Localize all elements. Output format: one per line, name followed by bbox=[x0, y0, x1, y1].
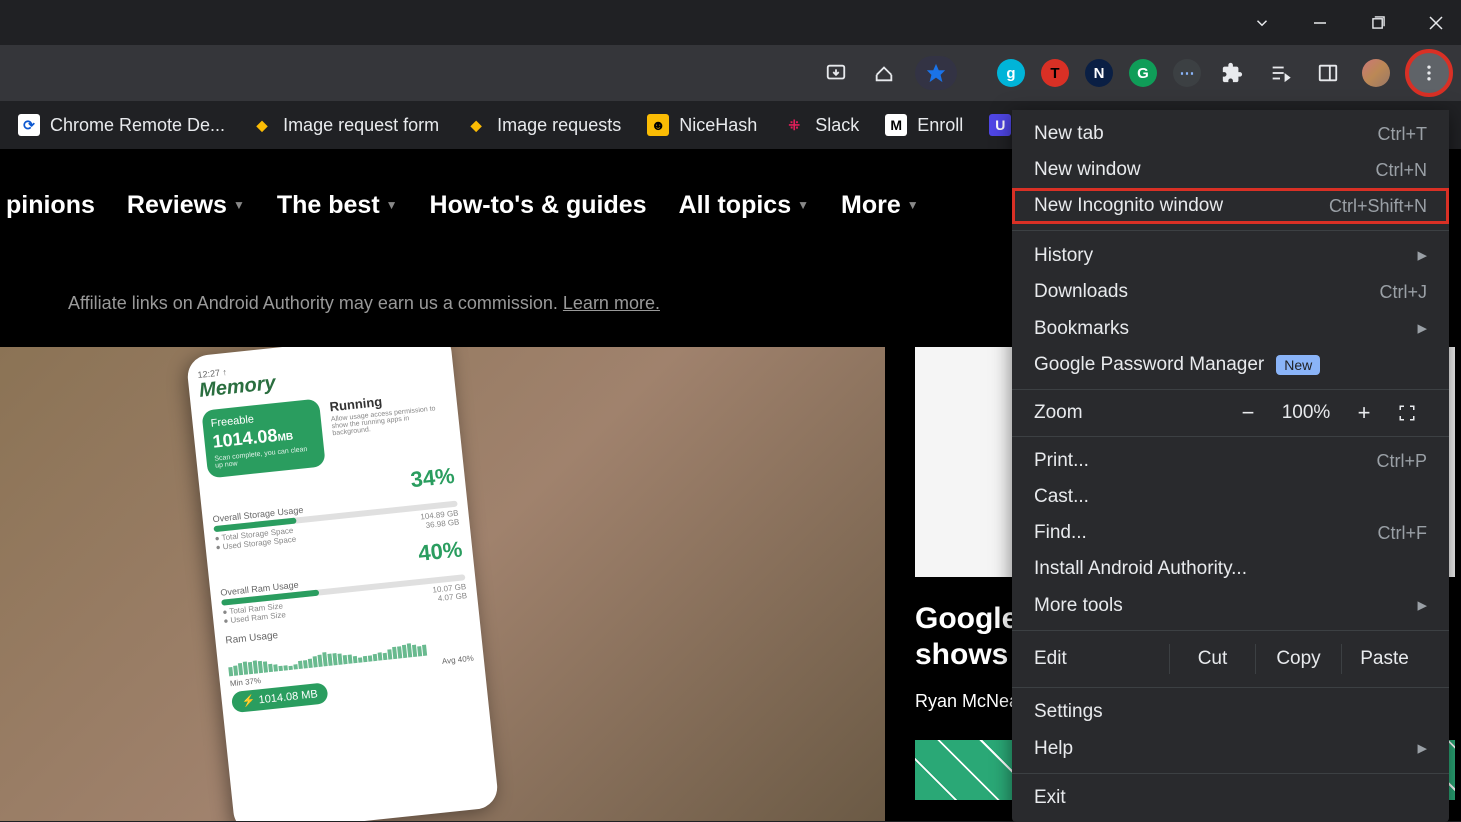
phone-mockup: 12:27 ↑ Memory Freeable 1014.08MB Scan c… bbox=[186, 347, 500, 821]
chevron-down-icon: ▼ bbox=[386, 198, 398, 212]
bookmark-favicon: ☻ bbox=[647, 114, 669, 136]
menu-new-window[interactable]: New windowCtrl+N bbox=[1012, 152, 1449, 188]
nav-item-all-topics[interactable]: All topics▼ bbox=[679, 191, 809, 220]
zoom-value: 100% bbox=[1271, 402, 1341, 424]
nav-item-reviews[interactable]: Reviews▼ bbox=[127, 191, 245, 220]
article-hero-image[interactable]: 12:27 ↑ Memory Freeable 1014.08MB Scan c… bbox=[0, 347, 885, 821]
chevron-down-icon: ▼ bbox=[233, 198, 245, 212]
learn-more-link[interactable]: Learn more. bbox=[563, 293, 660, 313]
bookmark-5[interactable]: M Enroll bbox=[875, 108, 973, 142]
extension-icon-1[interactable]: T bbox=[1041, 59, 1069, 87]
share-icon[interactable] bbox=[867, 56, 901, 90]
menu-help[interactable]: Help▸ bbox=[1012, 730, 1449, 767]
zoom-in-button[interactable]: + bbox=[1341, 400, 1387, 426]
menu-zoom: Zoom − 100% + bbox=[1012, 396, 1449, 430]
bookmark-favicon: ◆ bbox=[465, 114, 487, 136]
menu-install[interactable]: Install Android Authority... bbox=[1012, 551, 1449, 587]
menu-print[interactable]: Print...Ctrl+P bbox=[1012, 443, 1449, 479]
extension-icon-0[interactable]: g bbox=[997, 59, 1025, 87]
menu-cast[interactable]: Cast... bbox=[1012, 479, 1449, 515]
minimize-button[interactable] bbox=[1305, 8, 1335, 38]
menu-more-tools[interactable]: More tools▸ bbox=[1012, 587, 1449, 624]
window-titlebar bbox=[0, 0, 1461, 45]
nav-item-more[interactable]: More▼ bbox=[841, 191, 919, 220]
install-app-icon[interactable] bbox=[819, 56, 853, 90]
zoom-out-button[interactable]: − bbox=[1225, 400, 1271, 426]
edit-paste[interactable]: Paste bbox=[1341, 644, 1427, 674]
menu-history[interactable]: History▸ bbox=[1012, 237, 1449, 274]
bookmark-4[interactable]: ⁜ Slack bbox=[773, 108, 869, 142]
menu-bookmarks[interactable]: Bookmarks▸ bbox=[1012, 310, 1449, 347]
bookmark-label: Chrome Remote De... bbox=[50, 115, 225, 136]
close-button[interactable] bbox=[1421, 8, 1451, 38]
menu-new-tab[interactable]: New tabCtrl+T bbox=[1012, 116, 1449, 152]
bookmark-label: Image request form bbox=[283, 115, 439, 136]
nav-item-how-to-s-guides[interactable]: How-to's & guides bbox=[430, 191, 647, 220]
bookmark-favicon: ⟳ bbox=[18, 114, 40, 136]
side-panel-icon[interactable] bbox=[1311, 56, 1345, 90]
bookmark-favicon: M bbox=[885, 114, 907, 136]
more-menu-button[interactable] bbox=[1407, 51, 1451, 95]
menu-settings[interactable]: Settings bbox=[1012, 694, 1449, 730]
bookmark-favicon: ⁜ bbox=[783, 114, 805, 136]
bookmark-2[interactable]: ◆ Image requests bbox=[455, 108, 631, 142]
bookmark-3[interactable]: ☻ NiceHash bbox=[637, 108, 767, 142]
media-control-icon[interactable] bbox=[1263, 56, 1297, 90]
bookmark-label: Enroll bbox=[917, 115, 963, 136]
browser-toolbar: gTNG ⋯ bbox=[0, 45, 1461, 101]
menu-edit: Edit Cut Copy Paste bbox=[1012, 637, 1449, 681]
fullscreen-button[interactable] bbox=[1387, 404, 1427, 422]
bookmark-label: Image requests bbox=[497, 115, 621, 136]
edit-cut[interactable]: Cut bbox=[1169, 644, 1255, 674]
bookmark-label: NiceHash bbox=[679, 115, 757, 136]
chevron-down-icon: ▼ bbox=[907, 198, 919, 212]
bookmark-label: Slack bbox=[815, 115, 859, 136]
menu-downloads[interactable]: DownloadsCtrl+J bbox=[1012, 274, 1449, 310]
bookmark-star-icon[interactable] bbox=[915, 56, 957, 90]
nav-item-pinions[interactable]: pinions bbox=[6, 191, 95, 220]
chrome-context-menu: New tabCtrl+T New windowCtrl+N New Incog… bbox=[1012, 110, 1449, 822]
edit-copy[interactable]: Copy bbox=[1255, 644, 1341, 674]
menu-new-incognito[interactable]: New Incognito windowCtrl+Shift+N bbox=[1012, 188, 1449, 224]
extension-icon-4[interactable]: ⋯ bbox=[1173, 59, 1201, 87]
extensions-puzzle-icon[interactable] bbox=[1215, 56, 1249, 90]
menu-passwords[interactable]: Google Password ManagerNew bbox=[1012, 347, 1449, 383]
maximize-button[interactable] bbox=[1363, 8, 1393, 38]
chevron-down-icon: ▼ bbox=[797, 198, 809, 212]
menu-find[interactable]: Find...Ctrl+F bbox=[1012, 515, 1449, 551]
bookmark-favicon: ◆ bbox=[251, 114, 273, 136]
bookmark-favicon: U bbox=[989, 114, 1011, 136]
dropdown-chevron-icon[interactable] bbox=[1247, 8, 1277, 38]
nav-item-the-best[interactable]: The best▼ bbox=[277, 191, 398, 220]
extension-icon-2[interactable]: N bbox=[1085, 59, 1113, 87]
menu-exit[interactable]: Exit bbox=[1012, 780, 1449, 816]
bookmark-1[interactable]: ◆ Image request form bbox=[241, 108, 449, 142]
extension-icon-3[interactable]: G bbox=[1129, 59, 1157, 87]
bookmark-0[interactable]: ⟳ Chrome Remote De... bbox=[8, 108, 235, 142]
profile-avatar[interactable] bbox=[1359, 56, 1393, 90]
